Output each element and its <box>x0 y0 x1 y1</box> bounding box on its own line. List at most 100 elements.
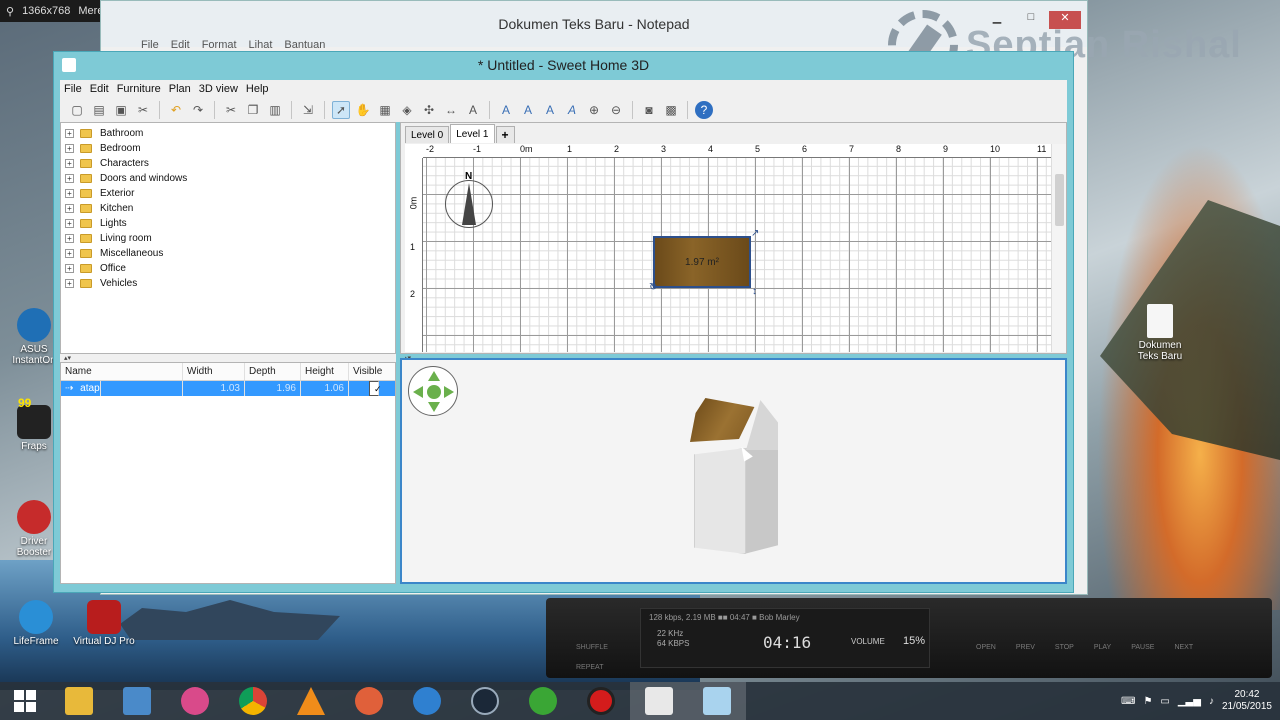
expand-icon[interactable]: + <box>65 249 74 258</box>
play-button[interactable]: PLAY <box>1094 644 1111 651</box>
arrow-down-icon[interactable] <box>428 402 440 412</box>
notepad-menu-file[interactable]: File <box>141 39 159 51</box>
expand-icon[interactable]: + <box>65 144 74 153</box>
menu-help[interactable]: Help <box>246 83 269 95</box>
recorder-pin-icon[interactable]: ⚲ <box>6 5 14 18</box>
undo-icon[interactable]: ↶ <box>167 101 185 119</box>
crescent-icon[interactable] <box>398 682 456 720</box>
expand-icon[interactable]: + <box>65 279 74 288</box>
increase-text-icon[interactable]: A <box>519 101 537 119</box>
elevate-handle-icon[interactable]: ↗ <box>751 229 759 239</box>
rotate-handle-icon[interactable]: ↻ <box>649 283 657 293</box>
keyboard-icon[interactable]: ⌨ <box>1121 696 1135 707</box>
compass[interactable]: N <box>445 171 493 228</box>
resize-height-handle-icon[interactable]: ↕ <box>752 287 760 297</box>
tab-level-0[interactable]: Level 0 <box>405 126 450 143</box>
notepad-icon[interactable] <box>688 682 746 720</box>
notepad-menu-format[interactable]: Format <box>202 39 237 51</box>
vlc-icon[interactable] <box>282 682 340 720</box>
create-dimensions-icon[interactable]: ↔ <box>442 101 460 119</box>
select-icon[interactable]: ➚ <box>332 101 350 119</box>
arrow-left-icon[interactable] <box>413 386 423 398</box>
next-button[interactable]: NEXT <box>1174 644 1193 651</box>
cut-icon[interactable]: ✂ <box>134 101 152 119</box>
menu-3d-view[interactable]: 3D view <box>199 83 238 95</box>
create-video-icon[interactable]: ▩ <box>662 101 680 119</box>
tab-level-1[interactable]: Level 1 <box>450 124 495 143</box>
text-style-icon[interactable]: A <box>497 101 515 119</box>
paste-icon[interactable]: ▥ <box>266 101 284 119</box>
table-row[interactable]: ⇢ atap 1.03 1.96 1.06 ✓ <box>61 381 395 396</box>
file-explorer-icon[interactable] <box>50 682 108 720</box>
network-signal-icon[interactable]: ▁▃▅ <box>1178 696 1201 707</box>
clock[interactable]: 20:42 21/05/2015 <box>1222 689 1272 713</box>
zoom-out-icon[interactable]: ⊖ <box>607 101 625 119</box>
column-width[interactable]: Width <box>183 363 245 380</box>
menu-file[interactable]: File <box>64 83 82 95</box>
catalog-category[interactable]: + Living room <box>61 231 395 246</box>
expand-icon[interactable]: + <box>65 159 74 168</box>
copy-icon[interactable]: ❐ <box>244 101 262 119</box>
arrow-up-icon[interactable] <box>428 371 440 381</box>
help-icon[interactable]: ? <box>695 101 713 119</box>
split-handle-left[interactable]: ▴▾ <box>60 354 396 362</box>
app-icon[interactable] <box>340 682 398 720</box>
cut2-icon[interactable]: ✂ <box>222 101 240 119</box>
notepad-menu-view[interactable]: Lihat <box>249 39 273 51</box>
open-button[interactable]: OPEN <box>976 644 996 651</box>
zoom-in-icon[interactable]: ⊕ <box>585 101 603 119</box>
sweet-home-icon[interactable] <box>630 682 688 720</box>
catalog-category[interactable]: + Bedroom <box>61 141 395 156</box>
desktop-icon-dokumen[interactable]: Dokumen Teks Baru <box>1128 304 1192 362</box>
catalog-category[interactable]: + Miscellaneous <box>61 246 395 261</box>
expand-icon[interactable]: + <box>65 234 74 243</box>
pan-icon[interactable]: ✋ <box>354 101 372 119</box>
pause-button[interactable]: PAUSE <box>1131 644 1154 651</box>
create-polylines-icon[interactable]: ✣ <box>420 101 438 119</box>
catalog-category[interactable]: + Kitchen <box>61 201 395 216</box>
expand-icon[interactable]: + <box>65 174 74 183</box>
column-height[interactable]: Height <box>301 363 349 380</box>
catalog-category[interactable]: + Doors and windows <box>61 171 395 186</box>
steam-icon[interactable] <box>456 682 514 720</box>
plan-canvas[interactable]: -2 -1 0m 1 2 3 4 5 6 7 8 9 10 11 0m 1 2 <box>405 144 1051 352</box>
browser-icon[interactable] <box>166 682 224 720</box>
expand-icon[interactable]: + <box>65 129 74 138</box>
open-icon[interactable]: ▤ <box>90 101 108 119</box>
desktop-icon-lifeframe[interactable]: LifeFrame <box>4 600 68 647</box>
expand-icon[interactable]: + <box>65 264 74 273</box>
prev-button[interactable]: PREV <box>1016 644 1035 651</box>
catalog-category[interactable]: + Bathroom <box>61 126 395 141</box>
add-text-icon[interactable]: A <box>464 101 482 119</box>
flag-icon[interactable]: ⚑ <box>1143 696 1152 707</box>
italic-text-icon[interactable]: A <box>563 101 581 119</box>
column-depth[interactable]: Depth <box>245 363 301 380</box>
network-icon[interactable] <box>108 682 166 720</box>
create-photo-icon[interactable]: ◙ <box>640 101 658 119</box>
desktop-icon-virtual-dj[interactable]: Virtual DJ Pro <box>72 600 136 647</box>
navigation-arrows[interactable] <box>408 366 458 416</box>
catalog-category[interactable]: + Exterior <box>61 186 395 201</box>
sweethome-window[interactable]: * Untitled - Sweet Home 3D File Edit Fur… <box>53 51 1074 593</box>
utorrent-icon[interactable] <box>514 682 572 720</box>
catalog-category[interactable]: + Office <box>61 261 395 276</box>
record-icon[interactable] <box>572 682 630 720</box>
expand-icon[interactable]: + <box>65 219 74 228</box>
redo-icon[interactable]: ↷ <box>189 101 207 119</box>
battery-icon[interactable]: ▭ <box>1160 696 1169 707</box>
catalog-category[interactable]: + Lights <box>61 216 395 231</box>
menu-furniture[interactable]: Furniture <box>117 83 161 95</box>
visible-checkbox[interactable]: ✓ <box>369 381 382 396</box>
menu-edit[interactable]: Edit <box>90 83 109 95</box>
add-level-icon[interactable]: + <box>495 126 515 143</box>
expand-icon[interactable]: + <box>65 189 74 198</box>
create-rooms-icon[interactable]: ◈ <box>398 101 416 119</box>
plan-scrollbar[interactable] <box>1051 144 1066 352</box>
stop-button[interactable]: STOP <box>1055 644 1074 651</box>
media-player[interactable]: SHUFFLE REPEAT 128 kbps, 2.19 MB ■■ 04:4… <box>546 598 1272 678</box>
start-button[interactable] <box>0 682 50 720</box>
notepad-menu-help[interactable]: Bantuan <box>284 39 325 51</box>
decrease-text-icon[interactable]: A <box>541 101 559 119</box>
3d-view[interactable] <box>400 358 1067 584</box>
column-name[interactable]: Name <box>61 363 183 380</box>
